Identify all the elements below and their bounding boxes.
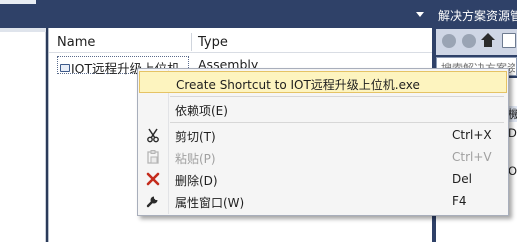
document-tab-strip — [0, 0, 432, 28]
paste-icon — [147, 150, 159, 164]
back-icon[interactable] — [442, 34, 456, 48]
menu-item-label: 属性窗口(W) — [175, 196, 245, 210]
reference-icon — [60, 64, 70, 72]
menu-item-shortcut: F4 — [452, 194, 467, 208]
solution-tree-node[interactable]: O — [508, 164, 517, 178]
home-icon[interactable] — [481, 33, 496, 48]
menu-item-cut[interactable]: 剪切(T) Ctrl+X — [139, 124, 507, 146]
menu-item-shortcut: Ctrl+V — [452, 150, 492, 164]
solution-explorer-title: 解决方案资源管 — [438, 9, 517, 23]
solution-tree-node[interactable]: 機 — [508, 106, 517, 122]
column-header-name[interactable]: Name — [57, 35, 95, 50]
menu-separator — [170, 96, 504, 97]
forward-icon[interactable] — [462, 34, 476, 48]
delete-icon — [146, 172, 160, 186]
tree-pane-edge — [0, 28, 46, 32]
list-header: Name Type — [49, 31, 433, 53]
menu-item-label: 删除(D) — [175, 174, 218, 188]
solution-explorer-toolbar — [436, 29, 517, 55]
menu-item-shortcut: Del — [452, 172, 472, 186]
wrench-icon — [146, 196, 158, 208]
column-header-type[interactable]: Type — [198, 35, 228, 50]
left-pane-edge — [0, 0, 36, 4]
menu-item-label: Create Shortcut to IOT远程升级上位机.exe — [176, 78, 420, 92]
object-browser-tree-pane — [0, 28, 46, 242]
menu-item-label: 剪切(T) — [175, 130, 216, 144]
menu-item-delete[interactable]: 删除(D) Del — [139, 168, 507, 190]
menu-item-paste[interactable]: 粘贴(P) Ctrl+V — [139, 146, 507, 168]
menu-item-dependencies[interactable]: 依赖项(E) — [139, 98, 507, 120]
column-separator[interactable] — [191, 33, 192, 51]
menu-separator — [170, 122, 504, 123]
tab-dropdown-icon[interactable] — [416, 12, 424, 17]
toolbar-overflow-button[interactable] — [502, 33, 516, 48]
scissors-icon — [147, 128, 159, 143]
menu-item-label: 粘贴(P) — [175, 152, 216, 166]
solution-tree-node[interactable]: De — [508, 126, 517, 140]
menu-item-properties[interactable]: 属性窗口(W) F4 — [139, 190, 507, 212]
menu-item-label: 依赖项(E) — [175, 104, 228, 118]
menu-item-shortcut: Ctrl+X — [452, 128, 492, 142]
context-menu: Create Shortcut to IOT远程升级上位机.exe 依赖项(E)… — [137, 68, 509, 216]
menu-item-create-shortcut[interactable]: Create Shortcut to IOT远程升级上位机.exe — [139, 71, 507, 93]
